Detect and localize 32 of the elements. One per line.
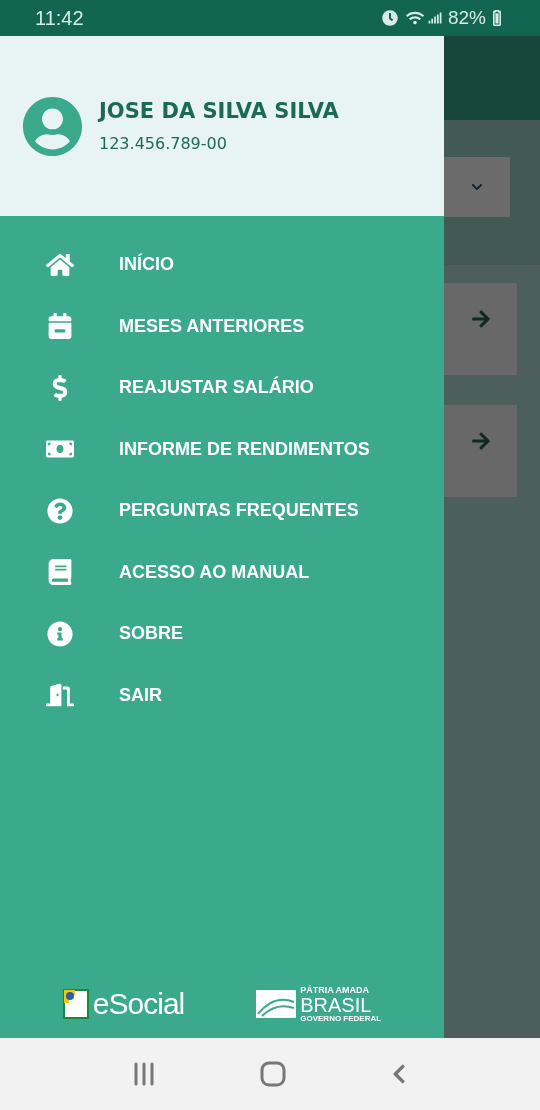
arrow-right-icon	[470, 431, 491, 451]
government-label: GOVERNO FEDERAL	[300, 1014, 382, 1023]
info-icon	[45, 620, 74, 647]
alarm-icon	[381, 10, 398, 26]
home-icon	[45, 251, 74, 278]
arrow-right-icon	[470, 309, 491, 329]
esocial-logo-icon	[62, 989, 89, 1019]
menu-item[interactable]: SOBRE	[0, 603, 444, 665]
menu-item[interactable]: REAJUSTAR SALÁRIO	[0, 357, 444, 419]
user-document: 123.456.789-00	[99, 135, 228, 152]
esocial-logo-text: eSocial	[92, 989, 185, 1019]
clock-time: 11:42	[35, 6, 84, 31]
recent-apps-icon[interactable]	[132, 1062, 156, 1086]
menu-item[interactable]: INFORME DE RENDIMENTOS	[0, 418, 444, 480]
menu-item[interactable]: INÍCIO	[0, 234, 444, 296]
battery-percent: 82%	[447, 5, 486, 30]
menu-item[interactable]: MESES ANTERIORES	[0, 295, 444, 357]
menu-item[interactable]: SAIR	[0, 664, 444, 726]
help-icon	[45, 497, 74, 524]
home-button-icon[interactable]	[260, 1061, 286, 1087]
signal-icon	[427, 11, 442, 25]
door-icon	[45, 682, 74, 709]
brasil-slogan: PÁTRIA AMADA	[300, 985, 371, 995]
user-name: JOSE DA SILVA SILVA	[99, 100, 339, 122]
back-icon[interactable]	[390, 1063, 408, 1085]
menu-item[interactable]: ACESSO AO MANUAL	[0, 541, 444, 603]
flag-logo-icon	[256, 990, 297, 1018]
chevron-down-icon	[471, 181, 483, 193]
avatar-icon	[22, 95, 83, 157]
wifi-icon	[405, 9, 424, 27]
brasil-logo-text: BRASIL	[300, 994, 373, 1015]
menu-item[interactable]: PERGUNTAS FREQUENTES	[0, 480, 444, 542]
